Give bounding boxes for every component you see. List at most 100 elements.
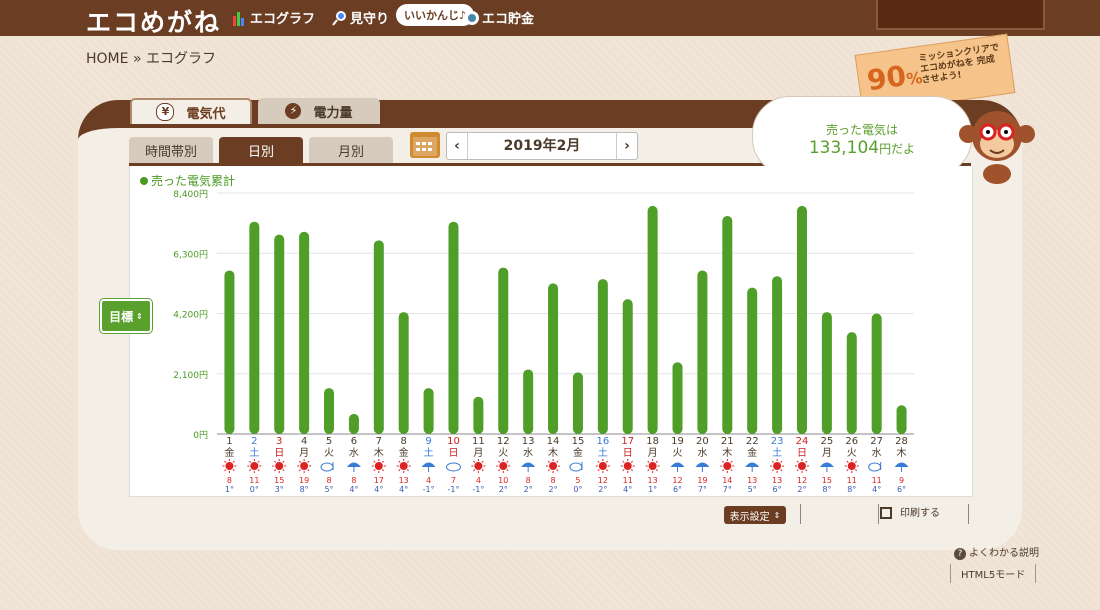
y-tick-label: 6,300円	[173, 249, 208, 260]
weather-sun-icon	[396, 459, 411, 473]
high-temp-label: 12	[797, 476, 807, 485]
weather-sun-icon	[222, 459, 237, 473]
bar[interactable]	[697, 270, 708, 434]
x-tick-label: 27	[870, 436, 883, 447]
bar[interactable]	[772, 276, 783, 434]
high-temp-label: 17	[374, 476, 384, 485]
low-temp-label: 2°	[499, 485, 508, 494]
bar[interactable]	[523, 369, 534, 434]
x-tick-label: 15	[572, 436, 585, 447]
bar[interactable]	[249, 221, 260, 434]
weekday-label: 水	[349, 447, 359, 459]
low-temp-label: 8°	[847, 485, 856, 494]
bar[interactable]	[796, 205, 807, 434]
low-temp-label: 4°	[374, 485, 383, 494]
x-tick-label: 5	[326, 436, 332, 447]
weather-cloud-rain-icon	[569, 462, 583, 472]
x-tick-label: 13	[522, 436, 535, 447]
y-tick-label: 2,100円	[173, 370, 208, 381]
high-temp-label: 7	[451, 476, 456, 485]
weather-sun-icon	[794, 459, 809, 473]
bar[interactable]	[473, 396, 484, 434]
bar[interactable]	[722, 215, 733, 434]
bar[interactable]	[548, 283, 559, 434]
weekday-label: 水	[872, 447, 882, 459]
weekday-label: 土	[424, 446, 434, 459]
high-temp-label: 5	[575, 476, 580, 485]
y-tick-label: 8,400円	[173, 189, 208, 200]
weekday-label: 日	[274, 448, 284, 459]
x-tick-label: 8	[401, 436, 407, 447]
x-tick-label: 4	[301, 436, 307, 447]
bar[interactable]	[324, 388, 335, 434]
low-temp-label: 2°	[549, 485, 558, 494]
bar[interactable]	[846, 332, 857, 434]
x-tick-label: 11	[472, 436, 485, 447]
high-temp-label: 13	[772, 476, 782, 485]
bar[interactable]	[821, 312, 832, 434]
weekday-label: 金	[573, 446, 583, 459]
printer-icon	[880, 507, 892, 519]
bar[interactable]	[572, 372, 583, 434]
bar[interactable]	[299, 231, 310, 434]
x-tick-label: 2	[251, 436, 257, 447]
weather-rain-icon	[745, 462, 760, 472]
low-temp-label: 5°	[324, 485, 333, 494]
weekday-label: 土	[249, 446, 259, 459]
bar[interactable]	[747, 287, 758, 434]
bar[interactable]	[373, 240, 384, 434]
high-temp-label: 15	[822, 476, 832, 485]
bar[interactable]	[597, 279, 608, 434]
bar[interactable]	[871, 313, 882, 435]
weather-sun-icon	[371, 459, 386, 473]
bar[interactable]	[398, 312, 409, 434]
low-temp-label: 3°	[275, 485, 284, 494]
high-temp-label: 15	[274, 476, 284, 485]
bar[interactable]	[448, 221, 459, 434]
bar[interactable]	[647, 205, 658, 434]
weather-rain-icon	[670, 462, 685, 472]
help-link[interactable]: ? よくわかる説明	[954, 544, 1039, 560]
weekday-label: 金	[224, 446, 234, 459]
bar[interactable]	[423, 388, 434, 434]
high-temp-label: 4	[476, 476, 481, 485]
bar[interactable]	[896, 405, 907, 434]
weekday-label: 月	[473, 447, 483, 459]
high-temp-label: 19	[299, 476, 309, 485]
weekday-label: 土	[598, 446, 608, 459]
low-temp-label: 2°	[524, 485, 533, 494]
high-temp-label: 10	[498, 476, 508, 485]
low-temp-label: 0°	[250, 485, 259, 494]
bar[interactable]	[622, 299, 633, 434]
low-temp-label: 7°	[698, 485, 707, 494]
x-tick-label: 19	[671, 436, 684, 447]
display-settings-button[interactable]: 表示設定 ⇕	[724, 506, 786, 524]
bar[interactable]	[498, 267, 509, 434]
low-temp-label: 1°	[648, 485, 657, 494]
weekday-label: 日	[623, 448, 633, 459]
high-temp-label: 14	[722, 476, 732, 485]
weather-sun-icon	[844, 459, 859, 473]
x-tick-label: 16	[596, 436, 609, 447]
weather-sun-icon	[595, 459, 610, 473]
weather-sun-icon	[471, 459, 486, 473]
weather-sun-icon	[272, 459, 287, 473]
bar[interactable]	[672, 362, 683, 434]
weekday-label: 水	[523, 447, 533, 459]
x-tick-label: 24	[796, 436, 809, 447]
weather-rain-icon	[421, 462, 436, 472]
weekday-label: 水	[697, 447, 707, 459]
high-temp-label: 13	[399, 476, 409, 485]
x-tick-label: 12	[497, 436, 510, 447]
bar[interactable]	[224, 270, 235, 434]
weather-sun-icon	[247, 459, 262, 473]
bar[interactable]	[348, 413, 359, 434]
y-tick-label: 0円	[193, 430, 208, 441]
html5-mode-link[interactable]: HTML5モード	[950, 564, 1037, 583]
low-temp-label: 2°	[797, 485, 806, 494]
low-temp-label: 8°	[300, 485, 309, 494]
print-button[interactable]: 印刷する	[880, 504, 940, 519]
low-temp-label: 4°	[399, 485, 408, 494]
bar[interactable]	[274, 234, 285, 434]
low-temp-label: 6°	[897, 485, 906, 494]
